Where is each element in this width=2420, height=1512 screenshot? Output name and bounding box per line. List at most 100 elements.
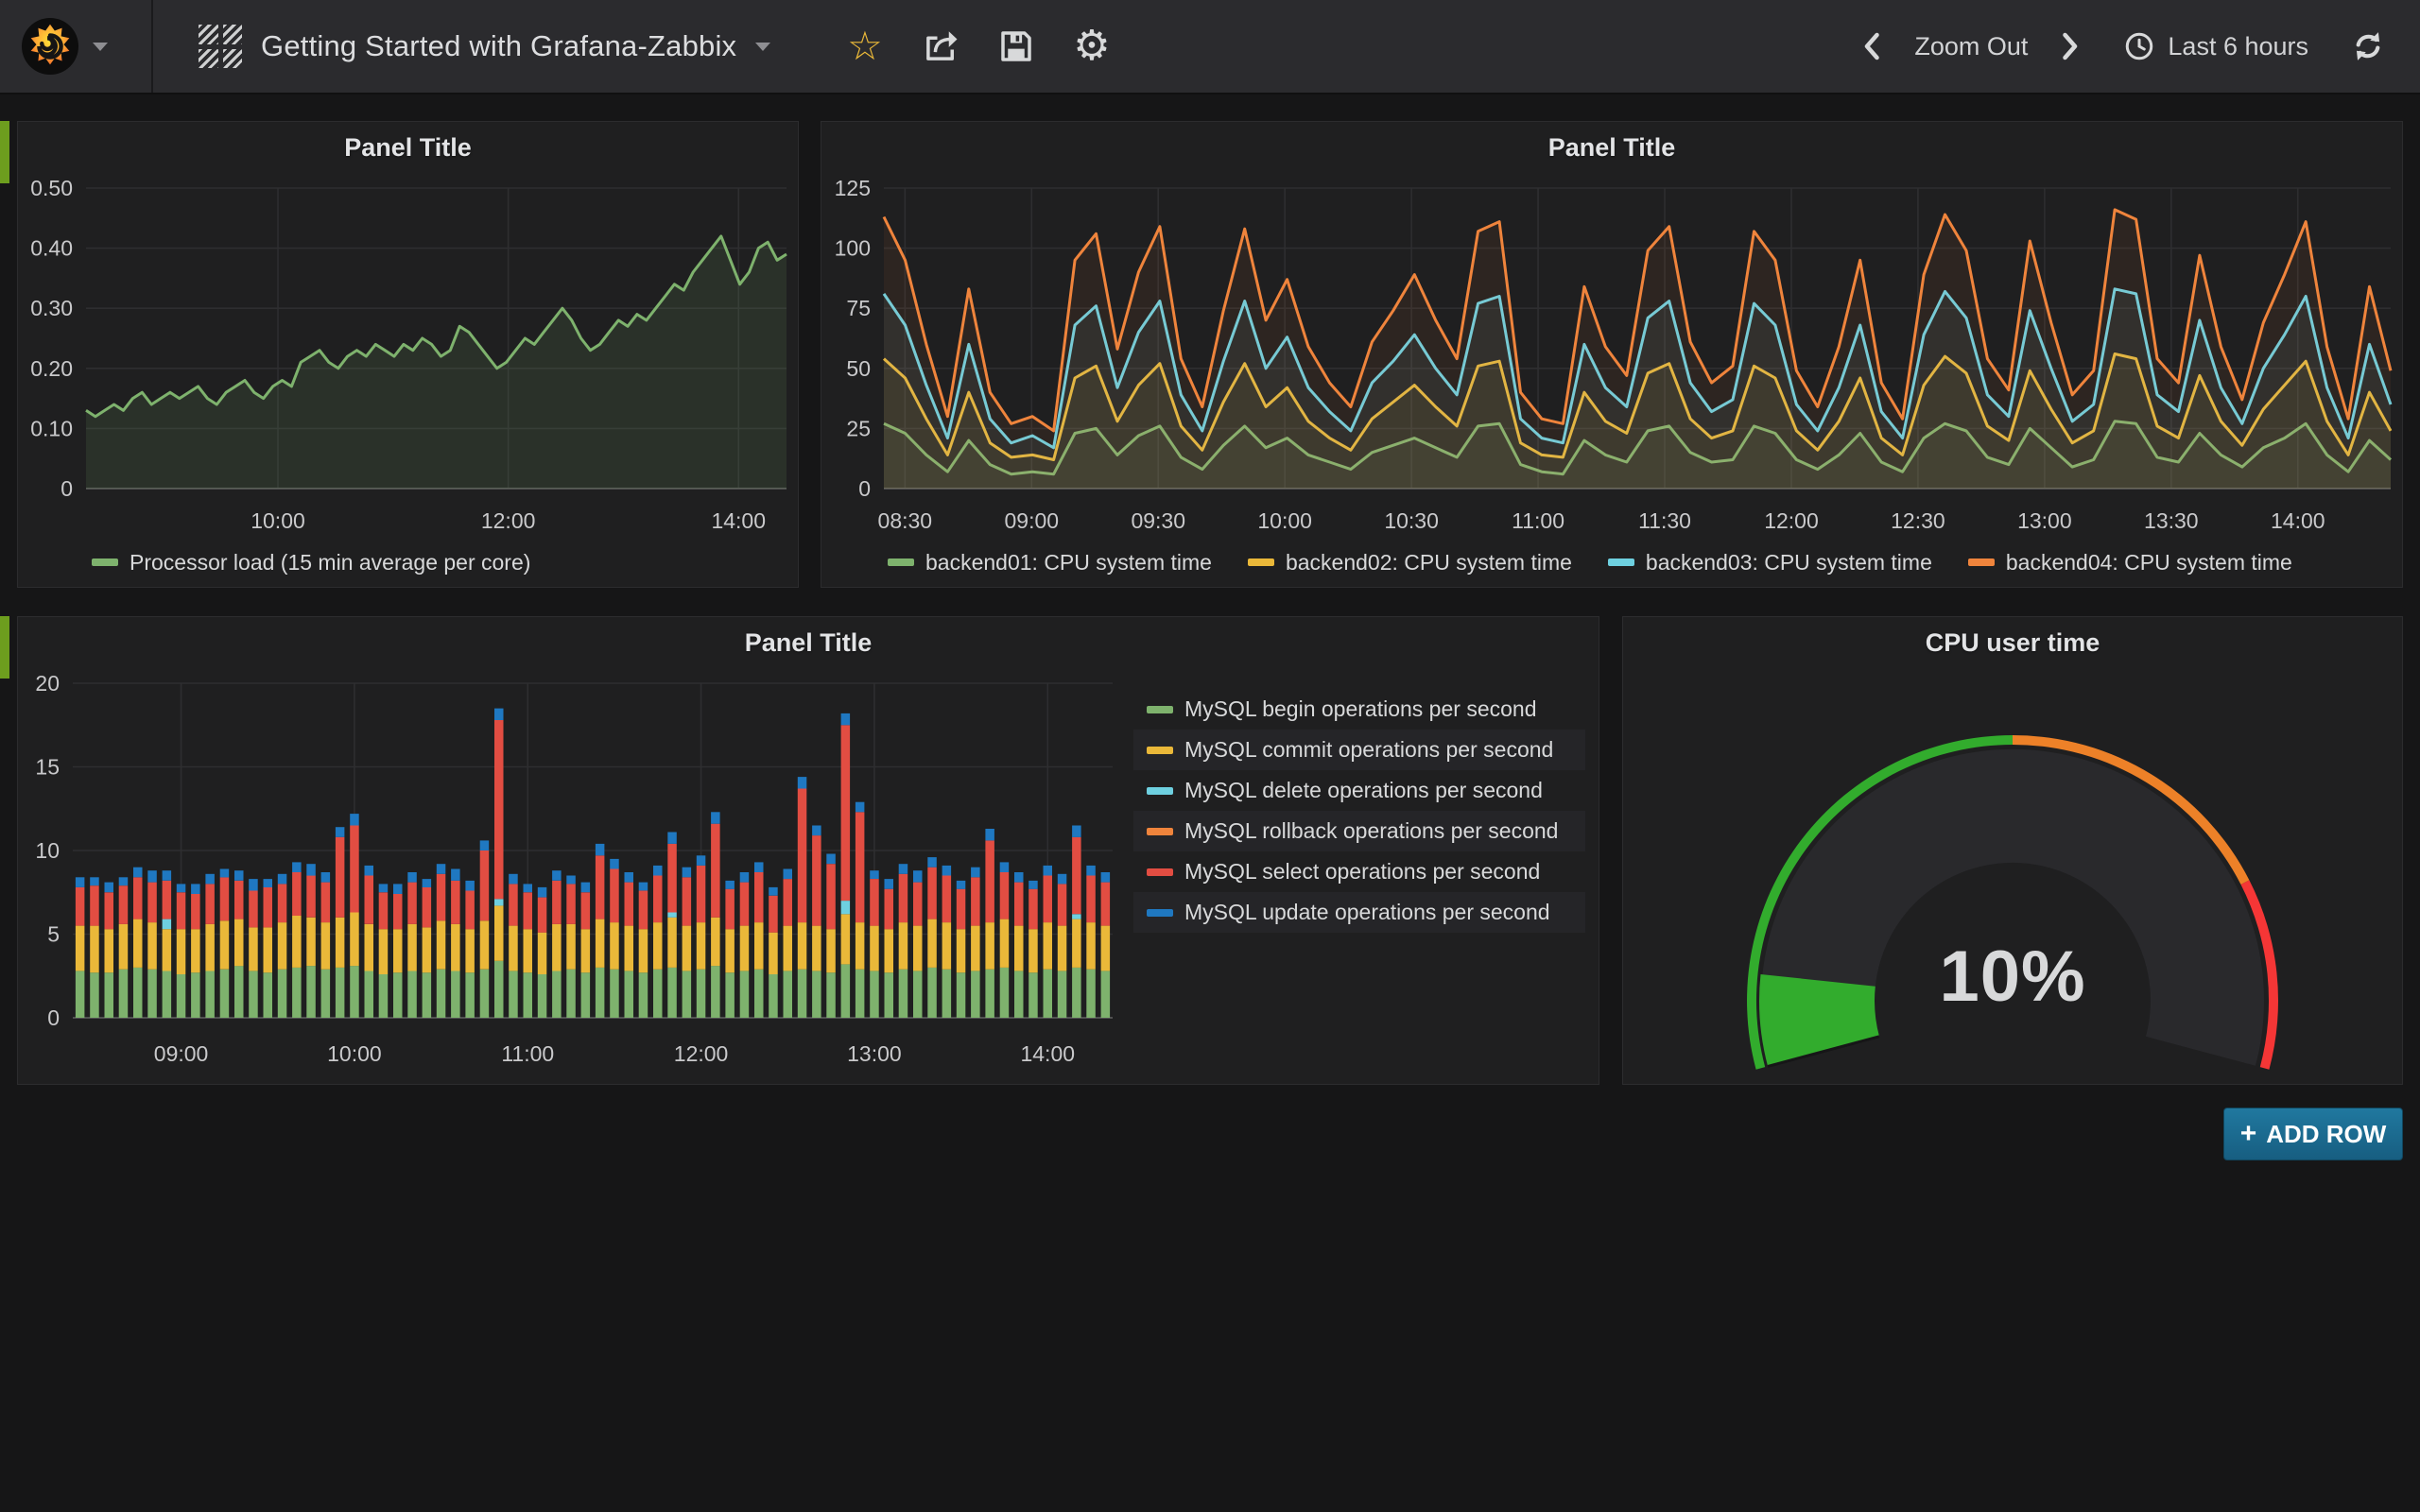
- refresh-button[interactable]: [2333, 0, 2403, 93]
- time-back-button[interactable]: [1844, 0, 1901, 93]
- navbar: Getting Started with Grafana-Zabbix ☆ ⚙ …: [0, 0, 2420, 94]
- svg-text:20: 20: [35, 671, 60, 696]
- legend-label: MySQL rollback operations per second: [1184, 818, 1558, 844]
- processor-load-chart[interactable]: 10:0012:0014:0000.100.200.300.400.50: [18, 165, 798, 543]
- legend-item[interactable]: MySQL delete operations per second: [1133, 770, 1585, 811]
- plus-icon: +: [2240, 1118, 2257, 1150]
- cpu-system-chart[interactable]: 08:30 09:00 09:30 10:00 10:30 11:00 11:30 12:00…: [821, 165, 2402, 543]
- row-collapse-tab[interactable]: [0, 616, 9, 679]
- svg-text:10:00: 10:00: [251, 508, 305, 533]
- grafana-menu-button[interactable]: [0, 0, 153, 93]
- legend-item[interactable]: backend03: CPU system time: [1608, 550, 1932, 576]
- legend-swatch: [1147, 706, 1173, 713]
- caret-down-icon: [93, 43, 108, 51]
- legend-item[interactable]: Processor load (15 min average per core): [92, 550, 530, 576]
- legend-swatch: [1147, 868, 1173, 876]
- svg-text:08:30: 08:30: [878, 508, 933, 533]
- dashboard-grid-icon: [199, 25, 242, 68]
- svg-text:0.30: 0.30: [30, 296, 73, 320]
- svg-text:0: 0: [60, 476, 73, 501]
- refresh-icon: [2350, 28, 2386, 64]
- legend-label: backend02: CPU system time: [1286, 550, 1572, 576]
- svg-text:0.20: 0.20: [30, 356, 73, 381]
- legend-label: backend01: CPU system time: [925, 550, 1212, 576]
- cpu-user-gauge[interactable]: [1623, 661, 2402, 1084]
- mysql-operations-chart[interactable]: 09:0010:0011:0012:0013:0014:0005101520: [18, 661, 1122, 1076]
- legend-item[interactable]: MySQL rollback operations per second: [1133, 811, 1585, 851]
- svg-text:10: 10: [35, 838, 60, 863]
- legend-label: backend03: CPU system time: [1646, 550, 1932, 576]
- legend-label: MySQL update operations per second: [1184, 900, 1550, 925]
- svg-text:11:30: 11:30: [1638, 508, 1691, 533]
- legend-swatch: [1608, 558, 1634, 566]
- share-icon: [921, 26, 960, 66]
- svg-text:5: 5: [47, 922, 60, 947]
- gauge-value: 10%: [1622, 936, 2403, 1018]
- svg-text:10:30: 10:30: [1384, 508, 1439, 533]
- legend-item[interactable]: backend04: CPU system time: [1968, 550, 2292, 576]
- legend-label: MySQL select operations per second: [1184, 859, 1540, 885]
- legend-label: MySQL begin operations per second: [1184, 696, 1536, 722]
- svg-text:11:00: 11:00: [501, 1041, 554, 1066]
- star-button[interactable]: ☆: [832, 0, 898, 93]
- legend-item[interactable]: backend02: CPU system time: [1248, 550, 1572, 576]
- time-forward-button[interactable]: [2041, 0, 2098, 93]
- legend-swatch: [1968, 558, 1995, 566]
- svg-text:0.40: 0.40: [30, 236, 73, 261]
- svg-text:12:00: 12:00: [1764, 508, 1819, 533]
- row-collapse-tab[interactable]: [0, 121, 9, 183]
- zoom-out-label: Zoom Out: [1914, 32, 2028, 61]
- panel-cpu-system-time: Panel Title 08:30 09:00 09:30 10:00 10:30 11:…: [821, 121, 2403, 588]
- legend-label: backend04: CPU system time: [2006, 550, 2292, 576]
- chevron-right-icon: [2058, 29, 2081, 63]
- legend-swatch: [92, 558, 118, 566]
- chart-legend: backend01: CPU system time backend02: CPU…: [888, 545, 2292, 579]
- svg-text:12:00: 12:00: [481, 508, 536, 533]
- dashboard-title-button[interactable]: Getting Started with Grafana-Zabbix: [176, 0, 793, 93]
- svg-text:10:00: 10:00: [1257, 508, 1312, 533]
- gear-icon: ⚙: [1073, 26, 1110, 67]
- save-button[interactable]: [983, 0, 1049, 93]
- add-row-button[interactable]: + ADD ROW: [2223, 1108, 2403, 1160]
- zoom-out-button[interactable]: Zoom Out: [1909, 0, 2033, 93]
- svg-text:14:00: 14:00: [2271, 508, 2325, 533]
- svg-text:09:00: 09:00: [1004, 508, 1059, 533]
- panel-title[interactable]: Panel Title: [18, 133, 798, 163]
- svg-text:13:00: 13:00: [2017, 508, 2072, 533]
- caret-down-icon: [755, 43, 770, 51]
- svg-text:14:00: 14:00: [1020, 1041, 1075, 1066]
- legend-item[interactable]: backend01: CPU system time: [888, 550, 1212, 576]
- settings-button[interactable]: ⚙: [1059, 0, 1125, 93]
- legend-label: MySQL delete operations per second: [1184, 778, 1543, 803]
- svg-text:0: 0: [858, 476, 871, 501]
- svg-text:0.10: 0.10: [30, 416, 73, 440]
- legend-item[interactable]: MySQL update operations per second: [1133, 892, 1585, 933]
- svg-text:0.50: 0.50: [30, 176, 73, 200]
- svg-text:125: 125: [835, 176, 871, 200]
- panel-title[interactable]: CPU user time: [1623, 628, 2402, 658]
- legend-item[interactable]: MySQL commit operations per second: [1133, 730, 1585, 770]
- svg-text:15: 15: [35, 755, 60, 780]
- legend-label: Processor load (15 min average per core): [130, 550, 530, 576]
- grafana-logo-icon: [21, 17, 79, 76]
- share-button[interactable]: [908, 0, 974, 93]
- panel-title[interactable]: Panel Title: [18, 628, 1599, 658]
- legend-swatch: [1147, 747, 1173, 754]
- svg-text:13:00: 13:00: [847, 1041, 902, 1066]
- legend-label: MySQL commit operations per second: [1184, 737, 1553, 763]
- legend-item[interactable]: MySQL select operations per second: [1133, 851, 1585, 892]
- time-range-button[interactable]: Last 6 hours: [2105, 0, 2325, 93]
- star-icon: ☆: [847, 26, 883, 66]
- panel-mysql-operations: Panel Title 09:0010:0011:0012:0013:0014:…: [17, 616, 1599, 1085]
- legend-swatch: [1147, 787, 1173, 795]
- legend-item[interactable]: MySQL begin operations per second: [1133, 689, 1585, 730]
- svg-text:10:00: 10:00: [327, 1041, 382, 1066]
- svg-text:13:30: 13:30: [2144, 508, 2199, 533]
- svg-text:11:00: 11:00: [1512, 508, 1564, 533]
- panel-title[interactable]: Panel Title: [821, 133, 2402, 163]
- svg-text:100: 100: [835, 236, 871, 261]
- legend-swatch: [1147, 828, 1173, 835]
- svg-text:09:30: 09:30: [1131, 508, 1185, 533]
- add-row-label: ADD ROW: [2266, 1120, 2386, 1149]
- svg-text:75: 75: [846, 296, 871, 320]
